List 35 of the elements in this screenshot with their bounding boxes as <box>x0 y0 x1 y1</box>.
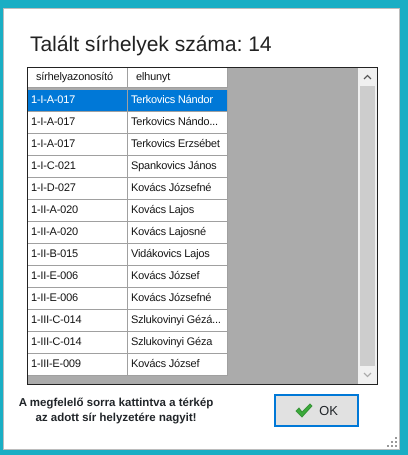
table-cell[interactable]: 1-I-A-017 <box>28 90 128 112</box>
table-cell[interactable]: Kovács József <box>128 354 228 376</box>
table-cell[interactable]: Szlukovinyi Géza <box>128 332 228 354</box>
column-header[interactable]: elhunyt <box>128 68 228 88</box>
checkmark-icon <box>295 403 314 418</box>
scrollbar-thumb[interactable] <box>360 86 375 366</box>
table-cell[interactable]: Spankovics János <box>128 156 228 178</box>
table-cell[interactable]: 1-II-A-020 <box>28 200 128 222</box>
table-cell[interactable]: 1-III-C-014 <box>28 332 128 354</box>
column-header[interactable]: sírhelyazonosító <box>28 68 128 88</box>
table-cell[interactable]: 1-I-C-021 <box>28 156 128 178</box>
table-cell[interactable]: 1-II-B-015 <box>28 244 128 266</box>
table-cell[interactable]: 1-II-A-020 <box>28 222 128 244</box>
table-cell[interactable]: 1-II-E-006 <box>28 266 128 288</box>
scrollbar[interactable] <box>358 68 377 384</box>
hint-text: A megfelelő sorra kattintva a térkép az adott sír helyzetére nagyit! <box>18 396 214 426</box>
table-cell[interactable]: 1-I-A-017 <box>28 134 128 156</box>
table-cell[interactable]: Vidákovics Lajos <box>128 244 228 266</box>
table-cell[interactable]: Szlukovinyi Gézá... <box>128 310 228 332</box>
table-cell[interactable]: Terkovics Nándor <box>128 90 228 112</box>
table-cell[interactable]: Kovács Lajos <box>128 200 228 222</box>
table-cell[interactable]: Kovács Józsefné <box>128 178 228 200</box>
ok-button[interactable]: OK <box>274 394 359 427</box>
table-cell[interactable]: Terkovics Erzsébet <box>128 134 228 156</box>
table-cell[interactable]: 1-I-A-017 <box>28 112 128 134</box>
table-cell[interactable]: Kovács József <box>128 266 228 288</box>
table-cell[interactable]: Terkovics Nándo... <box>128 112 228 134</box>
dialog-title: Talált sírhelyek száma: 14 <box>30 32 273 58</box>
table-cell[interactable]: Kovács Józsefné <box>128 288 228 310</box>
table-cell[interactable]: 1-II-E-006 <box>28 288 128 310</box>
table-cell[interactable]: 1-III-E-009 <box>28 354 128 376</box>
table-cell[interactable]: 1-I-D-027 <box>28 178 128 200</box>
resize-grip-icon[interactable] <box>387 437 397 447</box>
table-cell[interactable]: Kovács Lajosné <box>128 222 228 244</box>
table-cell[interactable]: 1-III-C-014 <box>28 310 128 332</box>
